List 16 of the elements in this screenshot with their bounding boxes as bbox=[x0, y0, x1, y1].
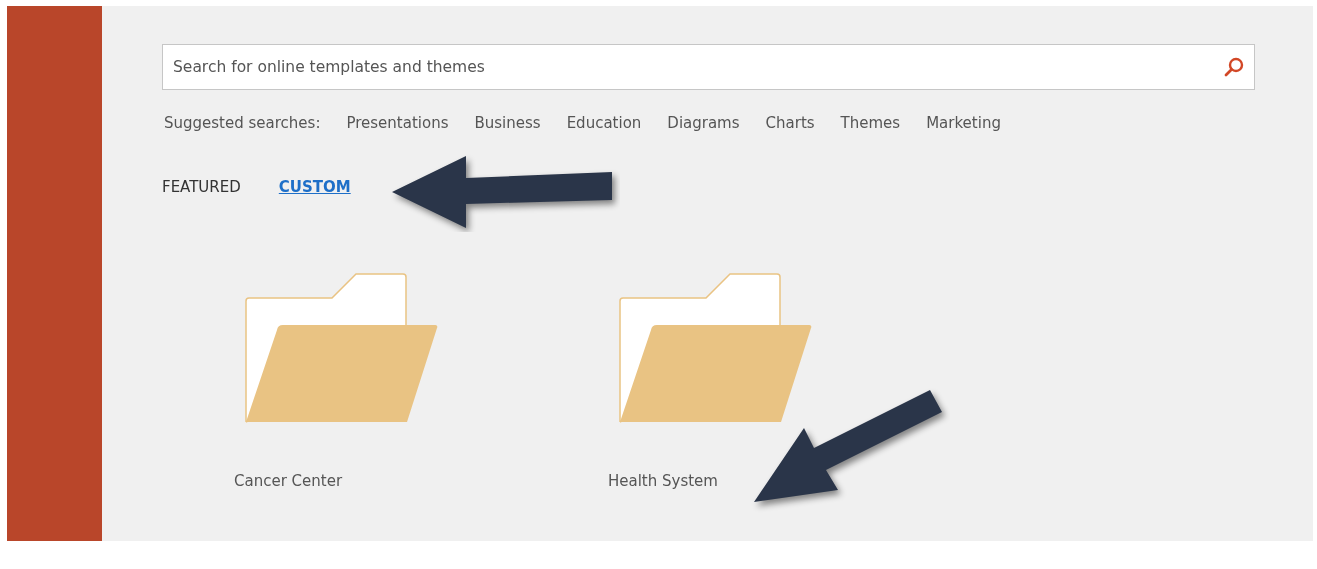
suggested-search-link[interactable]: Business bbox=[474, 114, 541, 132]
search-field[interactable]: Search for online templates and themes bbox=[162, 44, 1255, 90]
category-tab[interactable]: CUSTOM bbox=[278, 178, 351, 196]
suggested-search-link[interactable]: Marketing bbox=[926, 114, 1001, 132]
suggested-search-link[interactable]: Charts bbox=[765, 114, 815, 132]
suggested-search-link[interactable]: Presentations bbox=[346, 114, 449, 132]
folder-name[interactable]: Health System bbox=[608, 472, 718, 490]
suggested-search-link[interactable]: Education bbox=[566, 114, 642, 132]
search-icon[interactable] bbox=[1223, 56, 1245, 78]
suggested-search-link[interactable]: Themes bbox=[840, 114, 901, 132]
suggested-searches-label: Suggested searches: bbox=[164, 114, 321, 132]
folder-icon[interactable] bbox=[245, 272, 439, 424]
category-tab[interactable]: FEATURED bbox=[162, 178, 241, 196]
suggested-search-link[interactable]: Diagrams bbox=[667, 114, 740, 132]
folder-icon[interactable] bbox=[619, 272, 813, 424]
folder-name[interactable]: Cancer Center bbox=[234, 472, 343, 490]
